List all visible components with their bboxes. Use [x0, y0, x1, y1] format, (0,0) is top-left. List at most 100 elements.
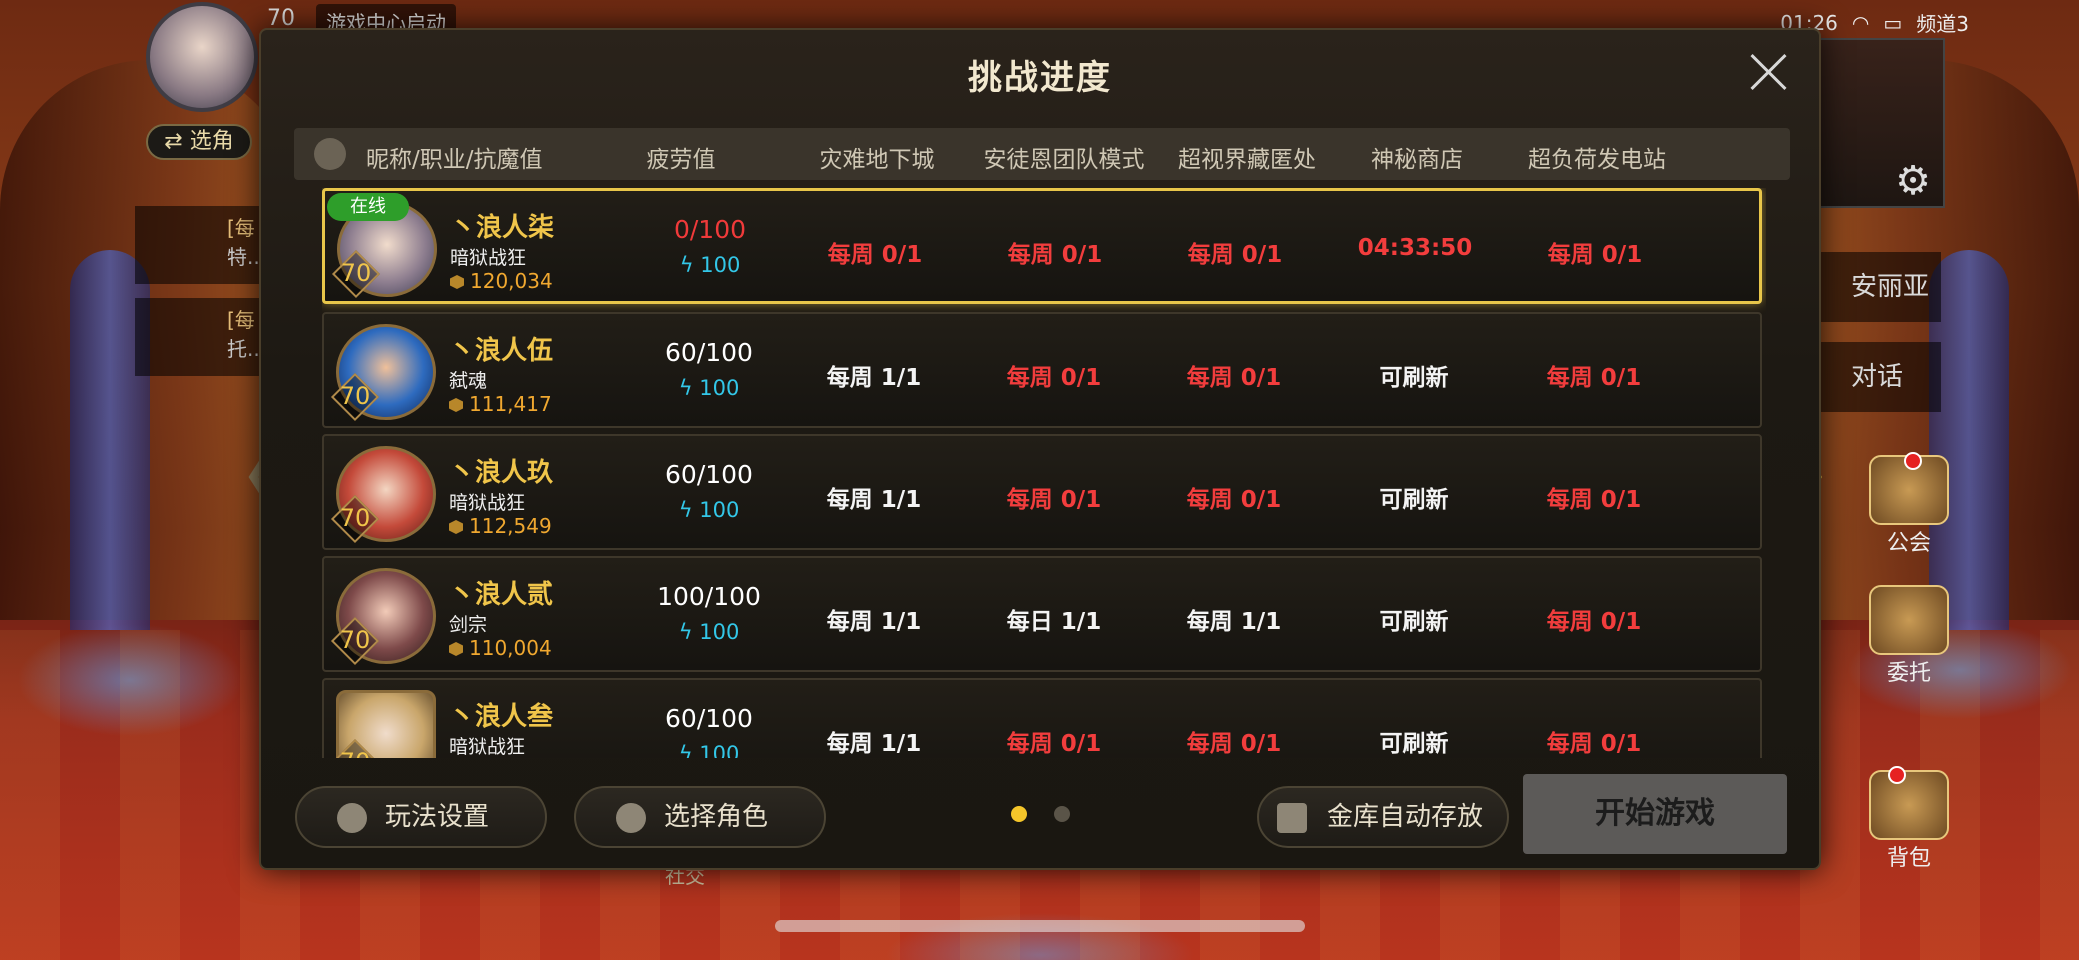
energy-value: ϟ 100	[640, 253, 780, 277]
energy-amount: 100	[699, 498, 740, 522]
power-station-status: 每周 0/1	[1546, 365, 1642, 391]
mystery-shop-status: 04:33:50	[1357, 235, 1473, 261]
gear-icon	[337, 803, 367, 833]
page-indicator[interactable]	[1054, 806, 1070, 822]
anton-raid-status: 每周 0/1	[1006, 731, 1102, 757]
channel-label[interactable]: 频道3	[1916, 8, 1969, 37]
commission-icon	[1869, 585, 1949, 655]
dialog-title: 挑战进度	[968, 58, 1112, 98]
select-character-label: 选择角色	[664, 802, 769, 832]
bag-label: 背包	[1886, 846, 1931, 871]
anton-raid-status: 每周 0/1	[1007, 242, 1103, 268]
player-avatar[interactable]	[146, 2, 258, 112]
character-level: 70	[339, 382, 371, 410]
vault-auto-deposit-label: 金库自动存放	[1327, 802, 1484, 832]
character-level: 70	[339, 626, 371, 654]
page-indicator-active[interactable]	[1011, 806, 1027, 822]
character-power: 111,417	[449, 392, 552, 416]
guild-notification-dot	[1904, 452, 1922, 470]
gear-icon[interactable]: ⚙	[1895, 158, 1931, 204]
character-list[interactable]: 在线 70 丶浪人柒 暗狱战狂 120,034 0/100 ϟ 100 每周 0…	[322, 188, 1766, 758]
character-select-icon	[616, 803, 646, 833]
online-badge: 在线	[327, 193, 409, 221]
fatigue-value: 60/100	[665, 338, 753, 367]
energy-amount: 100	[699, 742, 740, 758]
character-job: 暗狱战狂	[449, 736, 526, 758]
fatigue-value: 60/100	[665, 704, 753, 733]
power-icon	[449, 642, 463, 656]
power-value: 112,549	[469, 514, 552, 538]
energy-amount: 100	[699, 376, 740, 400]
character-job: 暗狱战狂	[449, 492, 526, 514]
hideout-status: 每周 0/1	[1186, 365, 1282, 391]
start-game-button[interactable]: 开始游戏	[1523, 774, 1787, 854]
power-station-status: 每周 0/1	[1547, 242, 1643, 268]
header-mystery-shop: 神秘商店	[1371, 147, 1463, 173]
guild-button[interactable]: 公会	[1859, 455, 1959, 557]
hideout-status: 每周 0/1	[1186, 731, 1282, 757]
character-name: 丶浪人伍	[449, 336, 554, 366]
hideout-status: 每周 1/1	[1186, 609, 1282, 635]
character-name: 丶浪人柒	[450, 213, 555, 243]
lightning-icon: ϟ	[678, 498, 700, 522]
bag-button[interactable]: 背包	[1859, 770, 1959, 872]
battery-icon: ▭	[1883, 10, 1903, 35]
hideout-status: 每周 0/1	[1186, 487, 1282, 513]
table-row[interactable]: 70 丶浪人叁 暗狱战狂 60/100 ϟ 100 每周 1/1 每周 0/1 …	[322, 678, 1762, 758]
character-power: 120,034	[450, 269, 553, 293]
anton-raid-status: 每日 1/1	[1006, 609, 1102, 635]
character-name: 丶浪人叁	[449, 702, 554, 732]
mystery-shop-status: 可刷新	[1379, 609, 1449, 635]
header-name: 昵称/职业/抗魔值	[366, 147, 543, 173]
switch-character-button[interactable]: ⇄ 选角	[146, 124, 252, 160]
table-row[interactable]: 70 丶浪人贰 剑宗 110,004 100/100 ϟ 100 每周 1/1 …	[322, 556, 1762, 672]
power-station-status: 每周 0/1	[1546, 487, 1642, 513]
mystery-shop-status: 可刷新	[1379, 365, 1449, 391]
header-anton-raid: 安徒恩团队模式	[983, 147, 1145, 173]
lightning-icon: ϟ	[678, 742, 700, 758]
lightning-icon: ϟ	[678, 620, 700, 644]
lightning-icon: ϟ	[679, 253, 701, 277]
power-icon	[449, 398, 463, 412]
npc-name-button[interactable]: 安丽亚	[1811, 252, 1941, 322]
character-job: 剑宗	[449, 614, 488, 636]
anton-raid-status: 每周 0/1	[1006, 365, 1102, 391]
power-value: 110,004	[469, 636, 552, 660]
blue-window-right	[1929, 250, 2009, 630]
mystery-shop-status: 可刷新	[1379, 487, 1449, 513]
guild-label: 公会	[1886, 531, 1931, 556]
table-row[interactable]: 70 丶浪人玖 暗狱战狂 112,549 60/100 ϟ 100 每周 1/1…	[322, 434, 1762, 550]
commission-button[interactable]: 委托	[1859, 585, 1959, 687]
header-disaster-dungeon: 灾难地下城	[819, 147, 935, 173]
home-indicator[interactable]	[775, 920, 1305, 932]
power-station-status: 每周 0/1	[1546, 609, 1642, 635]
game-scene: 70 游戏中心启动 ⇄ 选角 [每 特... [每 托... 01:26 ◠ ▭…	[0, 0, 2079, 960]
energy-value: ϟ 100	[639, 620, 779, 644]
character-level: 70	[339, 504, 371, 532]
power-value: 120,034	[470, 269, 553, 293]
talk-button[interactable]: 对话	[1811, 342, 1941, 412]
play-settings-label: 玩法设置	[385, 802, 490, 832]
character-power: 112,549	[449, 514, 552, 538]
lightning-icon: ϟ	[678, 376, 700, 400]
energy-amount: 100	[699, 620, 740, 644]
fatigue-value: 100/100	[657, 582, 761, 611]
character-level: 70	[340, 259, 372, 287]
character-icon	[314, 138, 346, 170]
bag-icon	[1869, 770, 1949, 840]
vault-auto-deposit-button[interactable]: 金库自动存放	[1257, 786, 1509, 848]
commission-label: 委托	[1886, 661, 1931, 686]
table-row[interactable]: 70 丶浪人伍 弑魂 111,417 60/100 ϟ 100 每周 1/1 每…	[322, 312, 1762, 428]
close-icon[interactable]	[1743, 46, 1795, 98]
character-job: 暗狱战狂	[450, 247, 527, 269]
hideout-status: 每周 0/1	[1187, 242, 1283, 268]
select-character-button[interactable]: 选择角色	[574, 786, 826, 848]
play-settings-button[interactable]: 玩法设置	[295, 786, 547, 848]
table-row[interactable]: 在线 70 丶浪人柒 暗狱战狂 120,034 0/100 ϟ 100 每周 0…	[322, 188, 1762, 304]
character-name: 丶浪人贰	[449, 580, 554, 610]
power-icon	[449, 520, 463, 534]
power-station-status: 每周 0/1	[1546, 731, 1642, 757]
fatigue-value: 0/100	[673, 215, 747, 244]
energy-value: ϟ 100	[639, 742, 779, 758]
anton-raid-status: 每周 0/1	[1006, 487, 1102, 513]
